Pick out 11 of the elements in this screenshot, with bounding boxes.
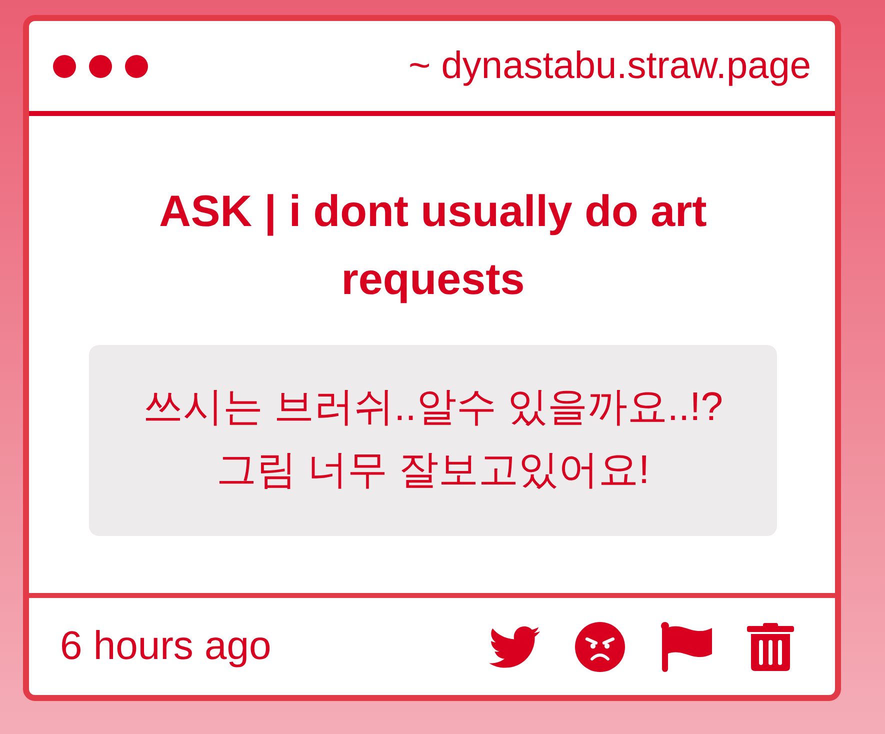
bird-icon[interactable] <box>489 626 540 668</box>
flag-icon[interactable] <box>660 622 712 672</box>
dot-icon <box>125 54 148 78</box>
angry-face-icon[interactable] <box>575 622 625 672</box>
dot-icon <box>53 54 76 78</box>
dot-icon <box>89 54 112 78</box>
message-box: 쓰시는 브러쉬..알수 있을까요..!? 그림 너무 잘보고있어요! <box>89 345 777 536</box>
site-url: ~ dynastabu.straw.page <box>408 44 811 88</box>
timestamp: 6 hours ago <box>60 624 272 669</box>
trash-icon[interactable] <box>747 622 794 670</box>
post-title: ASK | i dont usually do art requests <box>158 186 708 306</box>
